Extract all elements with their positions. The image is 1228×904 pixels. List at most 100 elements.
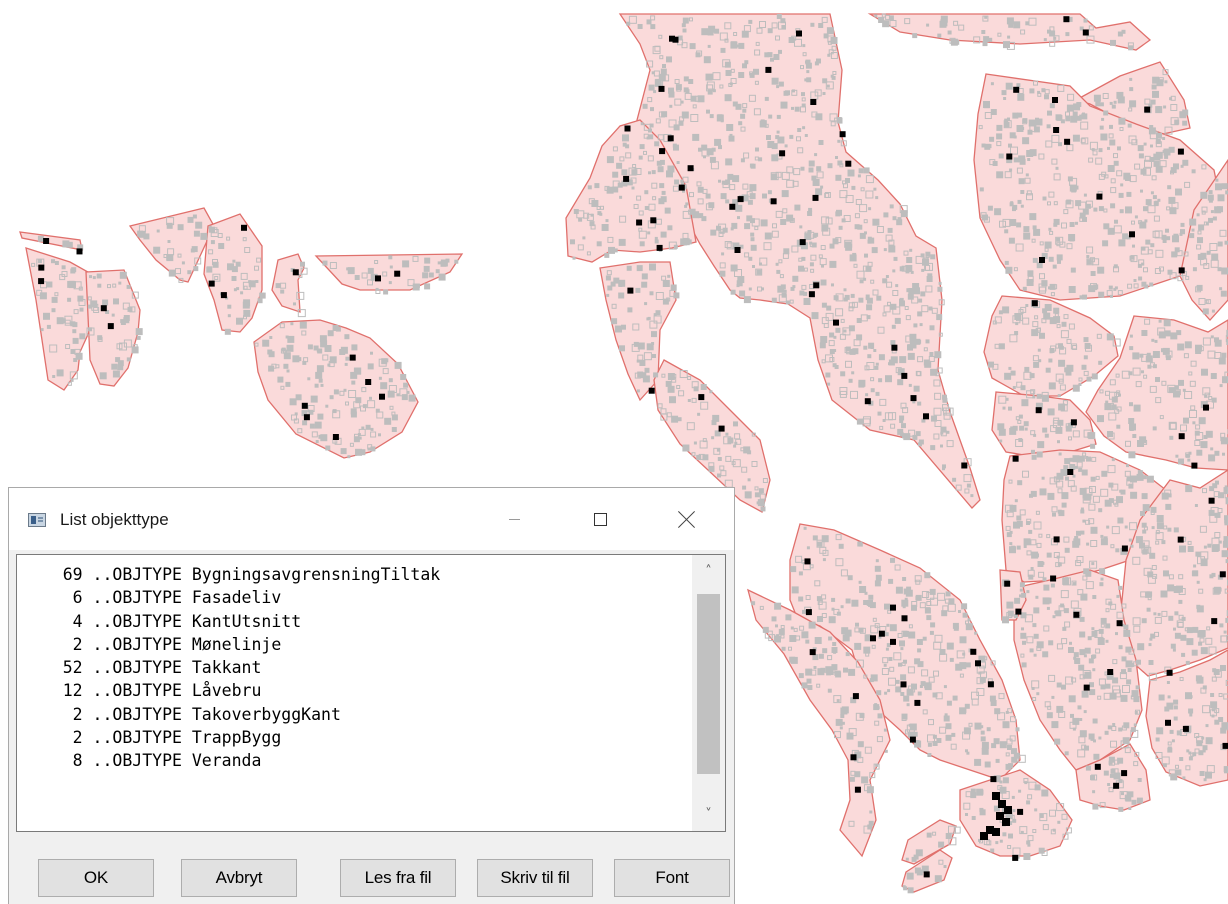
building-square (1187, 458, 1191, 462)
cancel-button[interactable]: Avbryt (181, 859, 297, 897)
building-square (994, 708, 1001, 715)
building-square (1043, 38, 1047, 42)
building-square (938, 841, 945, 848)
building-square (861, 776, 869, 784)
point-marker (850, 754, 857, 761)
scroll-up-arrow-icon[interactable]: ˄ (692, 555, 725, 588)
building-square (192, 214, 197, 219)
list-item[interactable]: 69 ..OBJTYPE BygningsavgrensningTiltak (17, 563, 693, 586)
scrollbar-thumb[interactable] (697, 594, 720, 774)
building-square (1171, 251, 1178, 258)
maximize-button[interactable] (577, 502, 623, 536)
point-marker (1013, 86, 1020, 93)
list-item[interactable]: 2 ..OBJTYPE TakoverbyggKant (17, 703, 693, 726)
building-square (906, 703, 910, 707)
building-square (1211, 572, 1216, 577)
building-square (874, 580, 881, 587)
list-item[interactable]: 12 ..OBJTYPE Låvebru (17, 679, 693, 702)
list-item[interactable]: 52 ..OBJTYPE Takkant (17, 656, 693, 679)
building-square (888, 245, 896, 253)
building-square (1220, 727, 1227, 734)
building-square (1053, 316, 1061, 324)
scroll-down-arrow-icon[interactable]: ˅ (692, 798, 725, 831)
building-square (1188, 708, 1194, 714)
close-button[interactable] (663, 502, 709, 536)
building-square (224, 328, 231, 335)
building-square (1070, 267, 1076, 273)
building-square (895, 679, 900, 684)
building-square (1150, 144, 1153, 148)
building-square (1034, 808, 1038, 812)
point-marker (241, 224, 247, 231)
building-square (701, 144, 708, 151)
building-square (302, 360, 307, 365)
building-square (843, 329, 847, 333)
building-square (1182, 776, 1186, 780)
building-square (1082, 112, 1085, 116)
objekttype-listbox[interactable]: 69 ..OBJTYPE BygningsavgrensningTiltak 6… (16, 554, 726, 832)
building-square (1018, 438, 1023, 442)
building-square (834, 365, 839, 369)
point-marker (292, 269, 299, 276)
building-square (1165, 355, 1171, 361)
building-square (1139, 442, 1143, 446)
building-square (869, 602, 876, 609)
building-square (1146, 607, 1151, 612)
building-square (601, 224, 609, 231)
point-marker (1121, 545, 1128, 552)
building-square (918, 298, 923, 303)
building-square (644, 190, 649, 195)
building-square (1030, 567, 1034, 570)
list-item[interactable]: 6 ..OBJTYPE Fasadeliv (17, 586, 693, 609)
building-square (1044, 433, 1049, 438)
building-square (1100, 133, 1108, 141)
building-square (1130, 663, 1135, 667)
building-square (1016, 545, 1021, 550)
building-square (320, 383, 324, 387)
building-square (650, 107, 654, 112)
building-square (814, 637, 822, 644)
building-square (905, 857, 909, 861)
building-square (1191, 228, 1195, 232)
font-button[interactable]: Font (614, 859, 730, 897)
building-square (1174, 611, 1179, 616)
building-square (1046, 606, 1050, 610)
building-square (610, 281, 616, 287)
building-square (1033, 653, 1037, 657)
building-square (1116, 496, 1123, 504)
building-square (1078, 383, 1082, 386)
building-square (1141, 370, 1144, 374)
point-marker (864, 398, 871, 405)
building-square (1114, 286, 1118, 290)
list-item[interactable]: 2 ..OBJTYPE Mønelinje (17, 633, 693, 656)
read-from-file-button[interactable]: Les fra fil (340, 859, 456, 897)
point-marker (1165, 719, 1171, 726)
building-square (817, 616, 823, 622)
building-square (1167, 269, 1173, 275)
list-item[interactable]: 2 ..OBJTYPE TrappBygg (17, 726, 693, 749)
building-square (805, 639, 810, 644)
building-square (1039, 488, 1047, 496)
building-square (1053, 218, 1060, 225)
building-square (749, 193, 756, 200)
building-square (1118, 117, 1126, 125)
building-square (293, 302, 296, 306)
point-marker (810, 99, 817, 105)
minimize-button[interactable] (491, 502, 537, 536)
write-to-file-button[interactable]: Skriv til fil (477, 859, 593, 897)
point-marker (987, 681, 994, 688)
ok-button[interactable]: OK (38, 859, 154, 897)
building-square (833, 335, 837, 339)
list-item[interactable]: 8 ..OBJTYPE Veranda (17, 749, 693, 772)
building-square (1141, 618, 1147, 624)
building-square (1105, 623, 1111, 629)
building-square (1083, 568, 1090, 575)
building-square (1081, 364, 1087, 370)
vertical-scrollbar[interactable]: ˄ ˅ (692, 555, 725, 831)
list-item[interactable]: 4 ..OBJTYPE KantUtsnitt (17, 610, 693, 633)
building-square (814, 232, 819, 237)
dialog-titlebar[interactable]: List objekttype (9, 488, 734, 550)
building-square (760, 506, 766, 512)
building-square (1210, 335, 1214, 339)
building-square (636, 265, 643, 272)
